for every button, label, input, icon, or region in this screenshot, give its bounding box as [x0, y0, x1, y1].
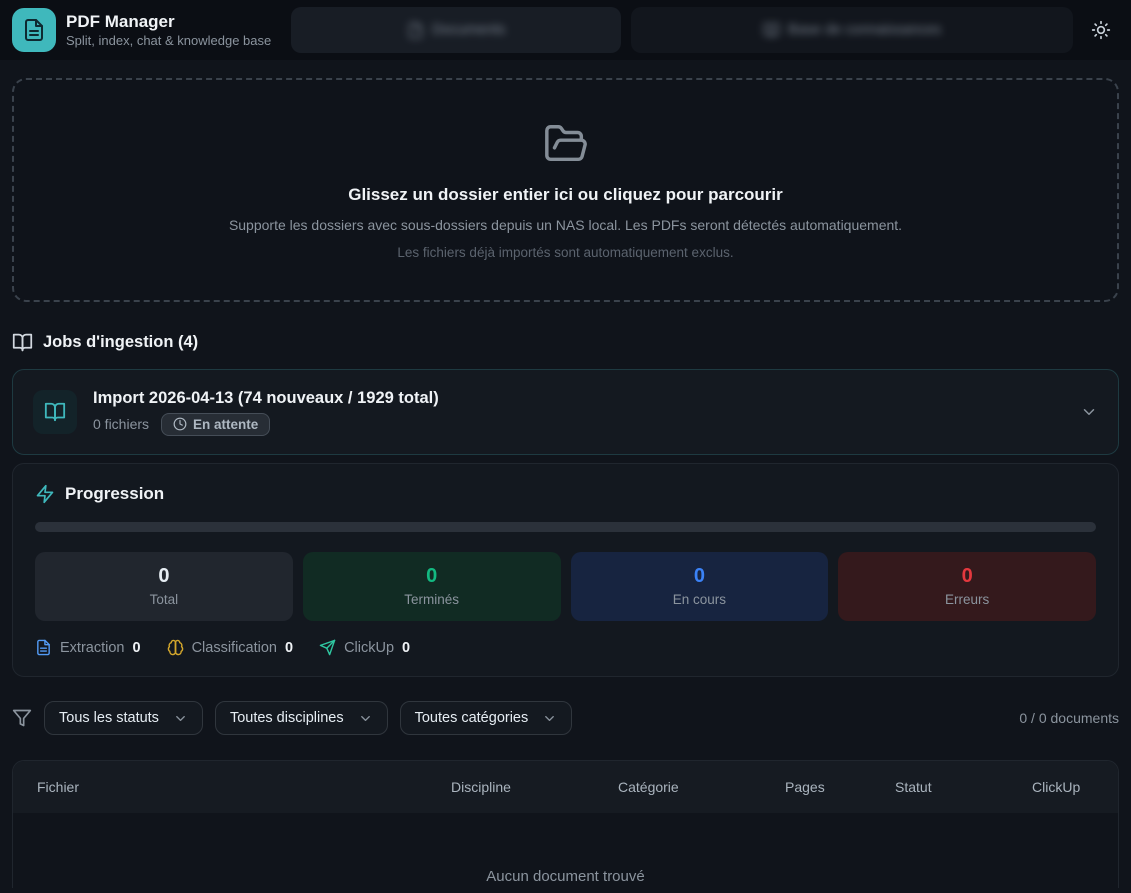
table-empty-state: Aucun document trouvé	[13, 813, 1118, 888]
jobs-section-title: Jobs d'ingestion (4)	[43, 333, 198, 352]
substat-extraction-value: 0	[132, 640, 140, 656]
document-count: 0 / 0 documents	[1019, 710, 1119, 726]
stat-errors-value: 0	[848, 565, 1086, 588]
column-header-statut: Statut	[895, 779, 1032, 795]
tab-knowledge-base[interactable]: Base de connaissances	[631, 7, 1073, 53]
tab-knowledge-base-label: Base de connaissances	[788, 22, 941, 38]
stat-errors-label: Erreurs	[848, 592, 1086, 607]
stat-total-value: 0	[45, 565, 283, 588]
zap-icon	[35, 484, 55, 504]
documents-table: Fichier Discipline Catégorie Pages Statu…	[12, 760, 1119, 888]
ingestion-job-card[interactable]: Import 2026-04-13 (74 nouveaux / 1929 to…	[12, 369, 1119, 455]
category-filter-value: Toutes catégories	[415, 710, 529, 726]
stats-grid: 0 Total 0 Terminés 0 En cours 0 Erreurs	[35, 552, 1096, 621]
dropzone-title: Glissez un dossier entier ici ou cliquez…	[348, 185, 783, 205]
tab-documents[interactable]: Documents	[291, 7, 621, 53]
job-file-count: 0 fichiers	[93, 416, 149, 432]
dropzone-note: Les fichiers déjà importés sont automati…	[397, 245, 733, 260]
app-subtitle: Split, index, chat & knowledge base	[66, 33, 271, 49]
stat-total-label: Total	[45, 592, 283, 607]
chevron-down-icon	[173, 711, 188, 726]
book-icon	[763, 22, 780, 39]
chevron-down-icon	[542, 711, 557, 726]
discipline-filter-value: Toutes disciplines	[230, 710, 344, 726]
book-open-icon	[12, 332, 33, 353]
substat-extraction: Extraction 0	[35, 639, 141, 656]
chevron-down-icon[interactable]	[1080, 403, 1098, 421]
file-text-icon	[35, 639, 52, 656]
sun-icon	[1091, 20, 1111, 40]
substat-clickup: ClickUp 0	[319, 639, 410, 656]
jobs-section-header: Jobs d'ingestion (4)	[12, 332, 1119, 353]
stat-completed-label: Terminés	[313, 592, 551, 607]
header-tabs: Documents Base de connaissances	[291, 7, 1073, 53]
job-title: Import 2026-04-13 (74 nouveaux / 1929 to…	[93, 389, 1064, 408]
substats-row: Extraction 0 Classification 0 ClickUp 0	[35, 639, 1096, 656]
column-header-clickup: ClickUp	[1032, 779, 1094, 795]
column-header-categorie: Catégorie	[618, 779, 785, 795]
job-info: Import 2026-04-13 (74 nouveaux / 1929 to…	[93, 389, 1064, 436]
stat-errors: 0 Erreurs	[838, 552, 1096, 621]
substat-extraction-label: Extraction	[60, 640, 124, 656]
send-icon	[319, 639, 336, 656]
app-logo-icon	[12, 8, 56, 52]
substat-clickup-value: 0	[402, 640, 410, 656]
folder-open-icon	[539, 121, 593, 167]
chevron-down-icon	[358, 711, 373, 726]
status-badge-label: En attente	[193, 417, 258, 432]
substat-classification-label: Classification	[192, 640, 277, 656]
progression-card: Progression 0 Total 0 Terminés 0 En cour…	[12, 463, 1119, 677]
substat-classification-value: 0	[285, 640, 293, 656]
stat-completed: 0 Terminés	[303, 552, 561, 621]
app-title: PDF Manager	[66, 11, 271, 32]
app-header: PDF Manager Split, index, chat & knowled…	[0, 0, 1131, 60]
table-header-row: Fichier Discipline Catégorie Pages Statu…	[13, 761, 1118, 813]
status-filter-value: Tous les statuts	[59, 710, 159, 726]
clock-icon	[173, 417, 187, 431]
stat-in-progress-value: 0	[581, 565, 819, 588]
column-header-fichier: Fichier	[37, 779, 451, 795]
tab-documents-label: Documents	[432, 22, 505, 38]
brain-icon	[167, 639, 184, 656]
dropzone-subtitle: Supporte les dossiers avec sous-dossiers…	[229, 217, 902, 233]
main-content: Glissez un dossier entier ici ou cliquez…	[0, 78, 1131, 888]
empty-message: Aucun document trouvé	[486, 868, 644, 885]
job-book-icon	[33, 390, 77, 434]
filter-row: Tous les statuts Toutes disciplines Tout…	[12, 701, 1119, 735]
theme-toggle-button[interactable]	[1083, 12, 1119, 48]
app-title-block: PDF Manager Split, index, chat & knowled…	[66, 11, 271, 49]
status-filter-dropdown[interactable]: Tous les statuts	[44, 701, 203, 735]
progress-bar	[35, 522, 1096, 532]
document-icon	[407, 22, 424, 39]
stat-in-progress-label: En cours	[581, 592, 819, 607]
substat-clickup-label: ClickUp	[344, 640, 394, 656]
column-header-pages: Pages	[785, 779, 895, 795]
stat-in-progress: 0 En cours	[571, 552, 829, 621]
status-badge: En attente	[161, 413, 270, 436]
category-filter-dropdown[interactable]: Toutes catégories	[400, 701, 573, 735]
stat-completed-value: 0	[313, 565, 551, 588]
substat-classification: Classification 0	[167, 639, 294, 656]
folder-dropzone[interactable]: Glissez un dossier entier ici ou cliquez…	[12, 78, 1119, 302]
filter-funnel-icon	[12, 708, 32, 728]
discipline-filter-dropdown[interactable]: Toutes disciplines	[215, 701, 388, 735]
stat-total: 0 Total	[35, 552, 293, 621]
column-header-discipline: Discipline	[451, 779, 618, 795]
progression-title: Progression	[65, 484, 164, 504]
